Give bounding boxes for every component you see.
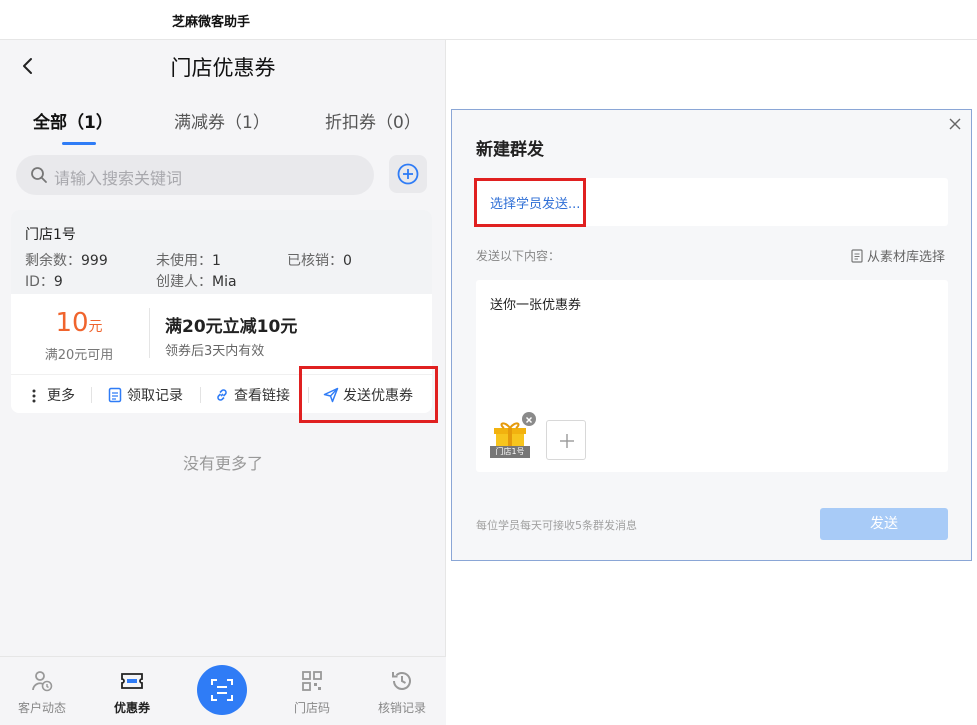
scan-button[interactable] bbox=[197, 665, 247, 715]
stat-creator-label: 创建人： bbox=[156, 274, 212, 290]
nav-verification-records[interactable]: 核销记录 bbox=[362, 657, 442, 716]
coupon-amount: 10元 bbox=[11, 308, 147, 338]
tab-all[interactable]: 全部（1） bbox=[33, 108, 113, 133]
search-input[interactable]: 请输入搜索关键词 bbox=[16, 155, 374, 195]
search-icon bbox=[31, 167, 47, 183]
tab-full-reduction[interactable]: 满减券（1） bbox=[174, 108, 270, 133]
attachment-label: 门店1号 bbox=[490, 446, 530, 458]
remove-attachment-button[interactable] bbox=[522, 412, 536, 426]
add-attachment-button[interactable] bbox=[546, 420, 586, 460]
store-name: 门店1号 bbox=[25, 227, 76, 243]
coupon-icon bbox=[121, 673, 143, 689]
nav-label: 核销记录 bbox=[377, 701, 426, 715]
plus-icon bbox=[560, 434, 574, 448]
plus-circle-icon bbox=[397, 163, 419, 185]
select-from-library-button[interactable]: 从素材库选择 bbox=[851, 246, 945, 265]
dialog-title: 新建群发 bbox=[476, 140, 544, 160]
history-icon bbox=[392, 672, 411, 690]
stat-unused: 未使用：1 bbox=[156, 250, 221, 270]
close-icon bbox=[526, 417, 532, 423]
coupon-amount-condition: 满20元可用 bbox=[44, 348, 114, 363]
more-vertical-icon bbox=[32, 389, 36, 403]
action-divider bbox=[91, 387, 92, 403]
stat-creator: 创建人：Mia bbox=[156, 271, 237, 291]
stat-unused-value: 1 bbox=[212, 253, 221, 269]
send-content-label: 发送以下内容： bbox=[476, 249, 561, 263]
nav-coupons[interactable]: 优惠券 bbox=[92, 657, 172, 716]
search-placeholder: 请输入搜索关键词 bbox=[54, 169, 183, 188]
message-editor[interactable]: 送你一张优惠券 门店1号 bbox=[476, 280, 948, 472]
message-text: 送你一张优惠券 bbox=[490, 298, 582, 313]
app-title-bar: 芝麻微客助手 bbox=[0, 0, 977, 40]
more-label: 更多 bbox=[47, 388, 75, 404]
stat-remaining: 剩余数：999 bbox=[25, 250, 108, 270]
receive-records-button[interactable]: 领取记录 bbox=[107, 385, 183, 405]
stat-id: ID：9 bbox=[25, 271, 63, 291]
coupon-validity: 领券后3天内有效 bbox=[165, 344, 265, 359]
scan-icon bbox=[211, 679, 233, 701]
records-label: 领取记录 bbox=[127, 388, 183, 404]
bottom-nav: 客户动态 优惠券 门店码 核销记录 bbox=[0, 656, 446, 725]
stat-remaining-value: 999 bbox=[81, 253, 108, 269]
coupon-tabs: 全部（1） 满减券（1） 折扣券（0） bbox=[0, 104, 446, 148]
stat-id-value: 9 bbox=[53, 274, 63, 290]
coupon-amount-unit: 元 bbox=[88, 319, 103, 335]
coupon-divider bbox=[149, 308, 150, 358]
select-recipients-highlight bbox=[474, 178, 586, 227]
stat-verified: 已核销：0 bbox=[287, 250, 352, 270]
document-icon bbox=[108, 387, 122, 403]
new-broadcast-dialog: 新建群发 选择学员发送... 发送以下内容： 从素材库选择 送你一张优惠券 门店… bbox=[451, 109, 972, 561]
stat-verified-value: 0 bbox=[343, 253, 352, 269]
file-icon bbox=[851, 249, 863, 263]
page-title: 门店优惠券 bbox=[170, 56, 276, 80]
stat-unused-label: 未使用： bbox=[156, 253, 212, 269]
link-icon bbox=[217, 389, 227, 401]
nav-customer-activity[interactable]: 客户动态 bbox=[2, 657, 82, 716]
active-tab-indicator bbox=[62, 142, 96, 145]
send-button[interactable]: 发送 bbox=[820, 508, 948, 540]
stat-creator-value: Mia bbox=[212, 274, 237, 290]
coupon-title: 满20元立减10元 bbox=[165, 317, 298, 337]
stat-id-label: ID： bbox=[25, 274, 54, 290]
mini-program-panel: 门店优惠券 全部（1） 满减券（1） 折扣券（0） 请输入搜索关键词 门店1号 … bbox=[0, 40, 446, 725]
tab-discount[interactable]: 折扣券（0） bbox=[325, 108, 421, 133]
view-link-button[interactable]: 查看链接 bbox=[214, 385, 290, 405]
stat-remaining-label: 剩余数： bbox=[25, 253, 81, 269]
nav-label: 优惠券 bbox=[113, 701, 150, 715]
close-icon[interactable] bbox=[947, 116, 963, 132]
library-label: 从素材库选择 bbox=[866, 250, 945, 265]
action-divider bbox=[200, 387, 201, 403]
coupon-card-header: 门店1号 剩余数：999 未使用：1 已核销：0 ID：9 创建人：Mia bbox=[11, 210, 432, 294]
stat-verified-label: 已核销： bbox=[287, 253, 343, 269]
link-label: 查看链接 bbox=[234, 388, 290, 404]
nav-label: 门店码 bbox=[293, 701, 330, 715]
send-coupon-highlight bbox=[299, 366, 438, 423]
person-clock-icon bbox=[32, 671, 53, 692]
broadcast-limit-note: 每位学员每天可接收5条群发消息 bbox=[476, 519, 637, 532]
coupon-card-body: 10元 满20元可用 满20元立减10元 领券后3天内有效 bbox=[11, 294, 432, 374]
nav-label: 客户动态 bbox=[17, 701, 66, 715]
nav-store-code[interactable]: 门店码 bbox=[272, 657, 352, 716]
qr-code-icon bbox=[302, 671, 322, 691]
coupon-amount-value: 10 bbox=[55, 308, 89, 338]
list-end-text: 没有更多了 bbox=[182, 454, 263, 473]
more-button[interactable]: 更多 bbox=[31, 385, 75, 405]
add-coupon-button[interactable] bbox=[389, 155, 427, 193]
app-title: 芝麻微客助手 bbox=[172, 15, 251, 30]
